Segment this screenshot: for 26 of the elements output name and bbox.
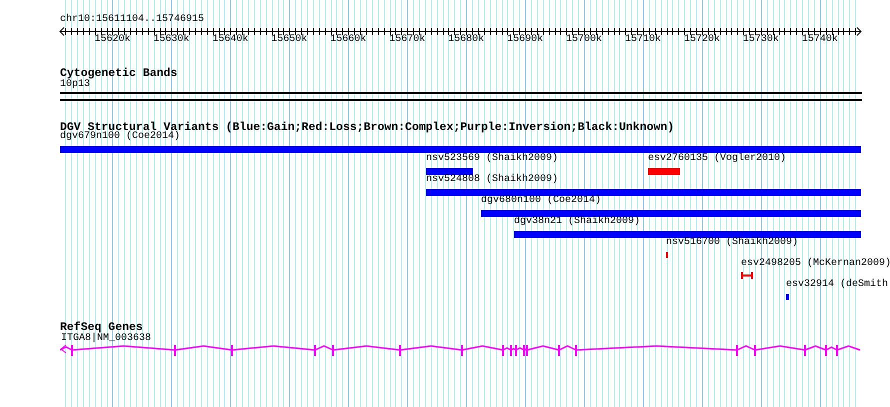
- band-label: 10p13: [60, 80, 90, 90]
- tick-label: 15700k: [566, 35, 602, 45]
- tick-label: 15730k: [742, 35, 779, 45]
- tick-label: 15620k: [94, 35, 130, 45]
- tick-label: 15690k: [507, 35, 544, 45]
- variant-label: esv32914 (deSmith: [786, 280, 888, 290]
- tick-label: 15720k: [684, 35, 720, 45]
- tick-label: 15640k: [212, 35, 248, 45]
- variant-label: nsv516700 (Shaikh2009): [666, 238, 798, 248]
- variant-label: dgv38n21 (Shaikh2009): [514, 217, 640, 227]
- tick-label: 15650k: [271, 35, 308, 45]
- tick-label: 15710k: [624, 35, 661, 45]
- variant-label: nsv523569 (Shaikh2009): [426, 154, 558, 164]
- region-title: chr10:15611104..15746915: [60, 15, 204, 25]
- tick-label: 15670k: [389, 35, 426, 45]
- variant-label: nsv524808 (Shaikh2009): [426, 175, 558, 185]
- variant-label: esv2760135 (Vogler2010): [648, 154, 786, 164]
- gene-label: ITGA8|NM_003638: [61, 334, 152, 344]
- variant-label: esv2498205 (McKernan2009): [741, 259, 890, 269]
- tick-label: 15740k: [802, 35, 838, 45]
- track-title: Cytogenetic Bands: [60, 68, 178, 80]
- tick-label: 15660k: [330, 35, 366, 45]
- tick-label: 15630k: [153, 35, 190, 45]
- track-title: RefSeq Genes: [60, 322, 143, 334]
- tick-label: 15680k: [448, 35, 484, 45]
- variant-label: dgv680n100 (Coe2014): [481, 196, 602, 206]
